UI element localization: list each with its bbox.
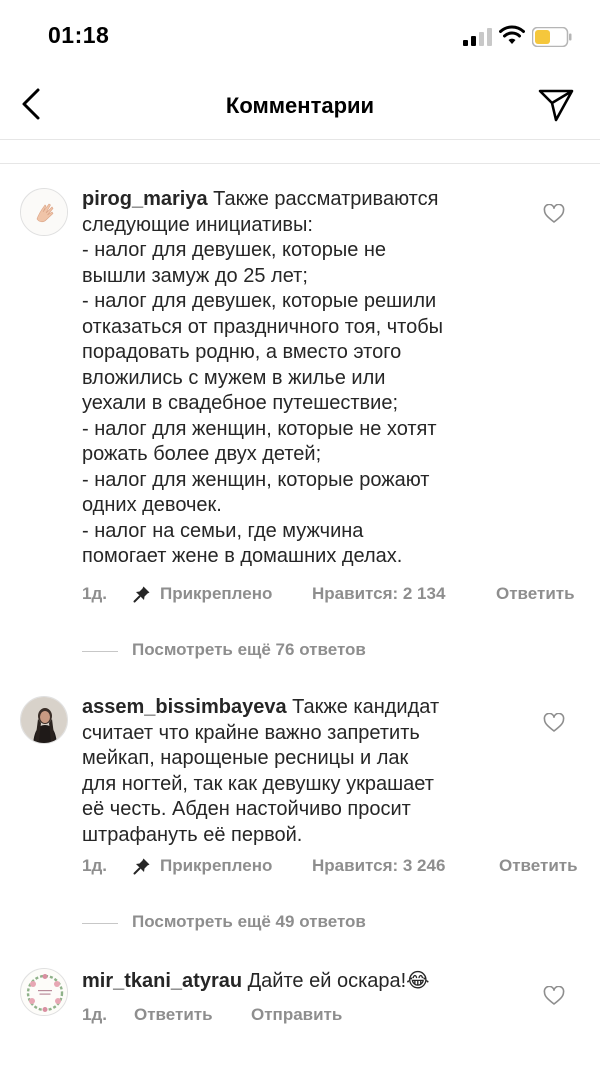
comment-username[interactable]: assem_bissimbayeva [82,696,287,718]
signal-icon [463,28,492,46]
hand-icon [21,189,67,235]
page-title: Комментарии [225,93,375,118]
battery-icon [532,27,572,47]
reply-line-divider [82,923,118,924]
pinned-label: Прикреплено [160,584,273,603]
pin-icon [133,586,150,603]
comment-time: 1д. [82,1005,107,1024]
avatar[interactable] [20,968,68,1016]
likes-count[interactable]: Нравится: 3 246 [312,856,445,876]
view-more-replies-label: Посмотреть ещё 49 ответов [132,912,366,931]
heart-icon[interactable] [543,204,565,224]
likes-count[interactable]: Нравится: 2 134 [312,584,445,604]
comment-time: 1д. [82,584,107,603]
view-more-replies-label: Посмотреть ещё 76 ответов [132,640,366,659]
pin-icon [133,858,150,875]
nav-bar: Комментарии [0,70,600,140]
comment-username[interactable]: pirog_mariya [82,188,208,210]
view-more-replies-button[interactable]: Посмотреть ещё 76 ответов [82,640,582,664]
avatar[interactable] [20,696,68,744]
reply-button[interactable]: Ответить [134,1005,213,1025]
send-icon[interactable] [537,86,575,124]
heart-icon[interactable] [543,713,565,733]
comment-time: 1д. [82,856,107,875]
comment-meta: 1д. Прикреплено Нравится: 2 134 Ответить [82,584,592,608]
divider [0,163,600,164]
avatar[interactable] [20,188,68,236]
comment-meta: 1д. Прикреплено Нравится: 3 246 Ответить [82,856,592,880]
user-photo-icon [21,697,67,743]
wifi-icon [499,25,525,44]
send-button[interactable]: Отправить [251,1005,342,1025]
comment-text: assem_bissimbayeva Также кандидат считае… [82,696,440,846]
comment-text: pirog_mariya Также рассматриваются следу… [82,188,444,567]
reply-button[interactable]: Ответить [499,856,578,876]
reply-line-divider [82,651,118,652]
status-time: 01:18 [48,22,110,48]
comment-text: mir_tkani_atyrau Дайте ей оскара!😂 [82,970,430,992]
reply-button[interactable]: Ответить [496,584,575,604]
floral-wreath-logo-icon [21,969,67,1015]
view-more-replies-button[interactable]: Посмотреть ещё 49 ответов [82,912,582,936]
comment-username[interactable]: mir_tkani_atyrau [82,970,242,992]
comment-meta: 1д. Ответить Отправить [82,1005,482,1029]
pinned-label: Прикреплено [160,856,273,875]
heart-icon[interactable] [543,986,565,1006]
status-bar: 01:18 [0,0,600,70]
